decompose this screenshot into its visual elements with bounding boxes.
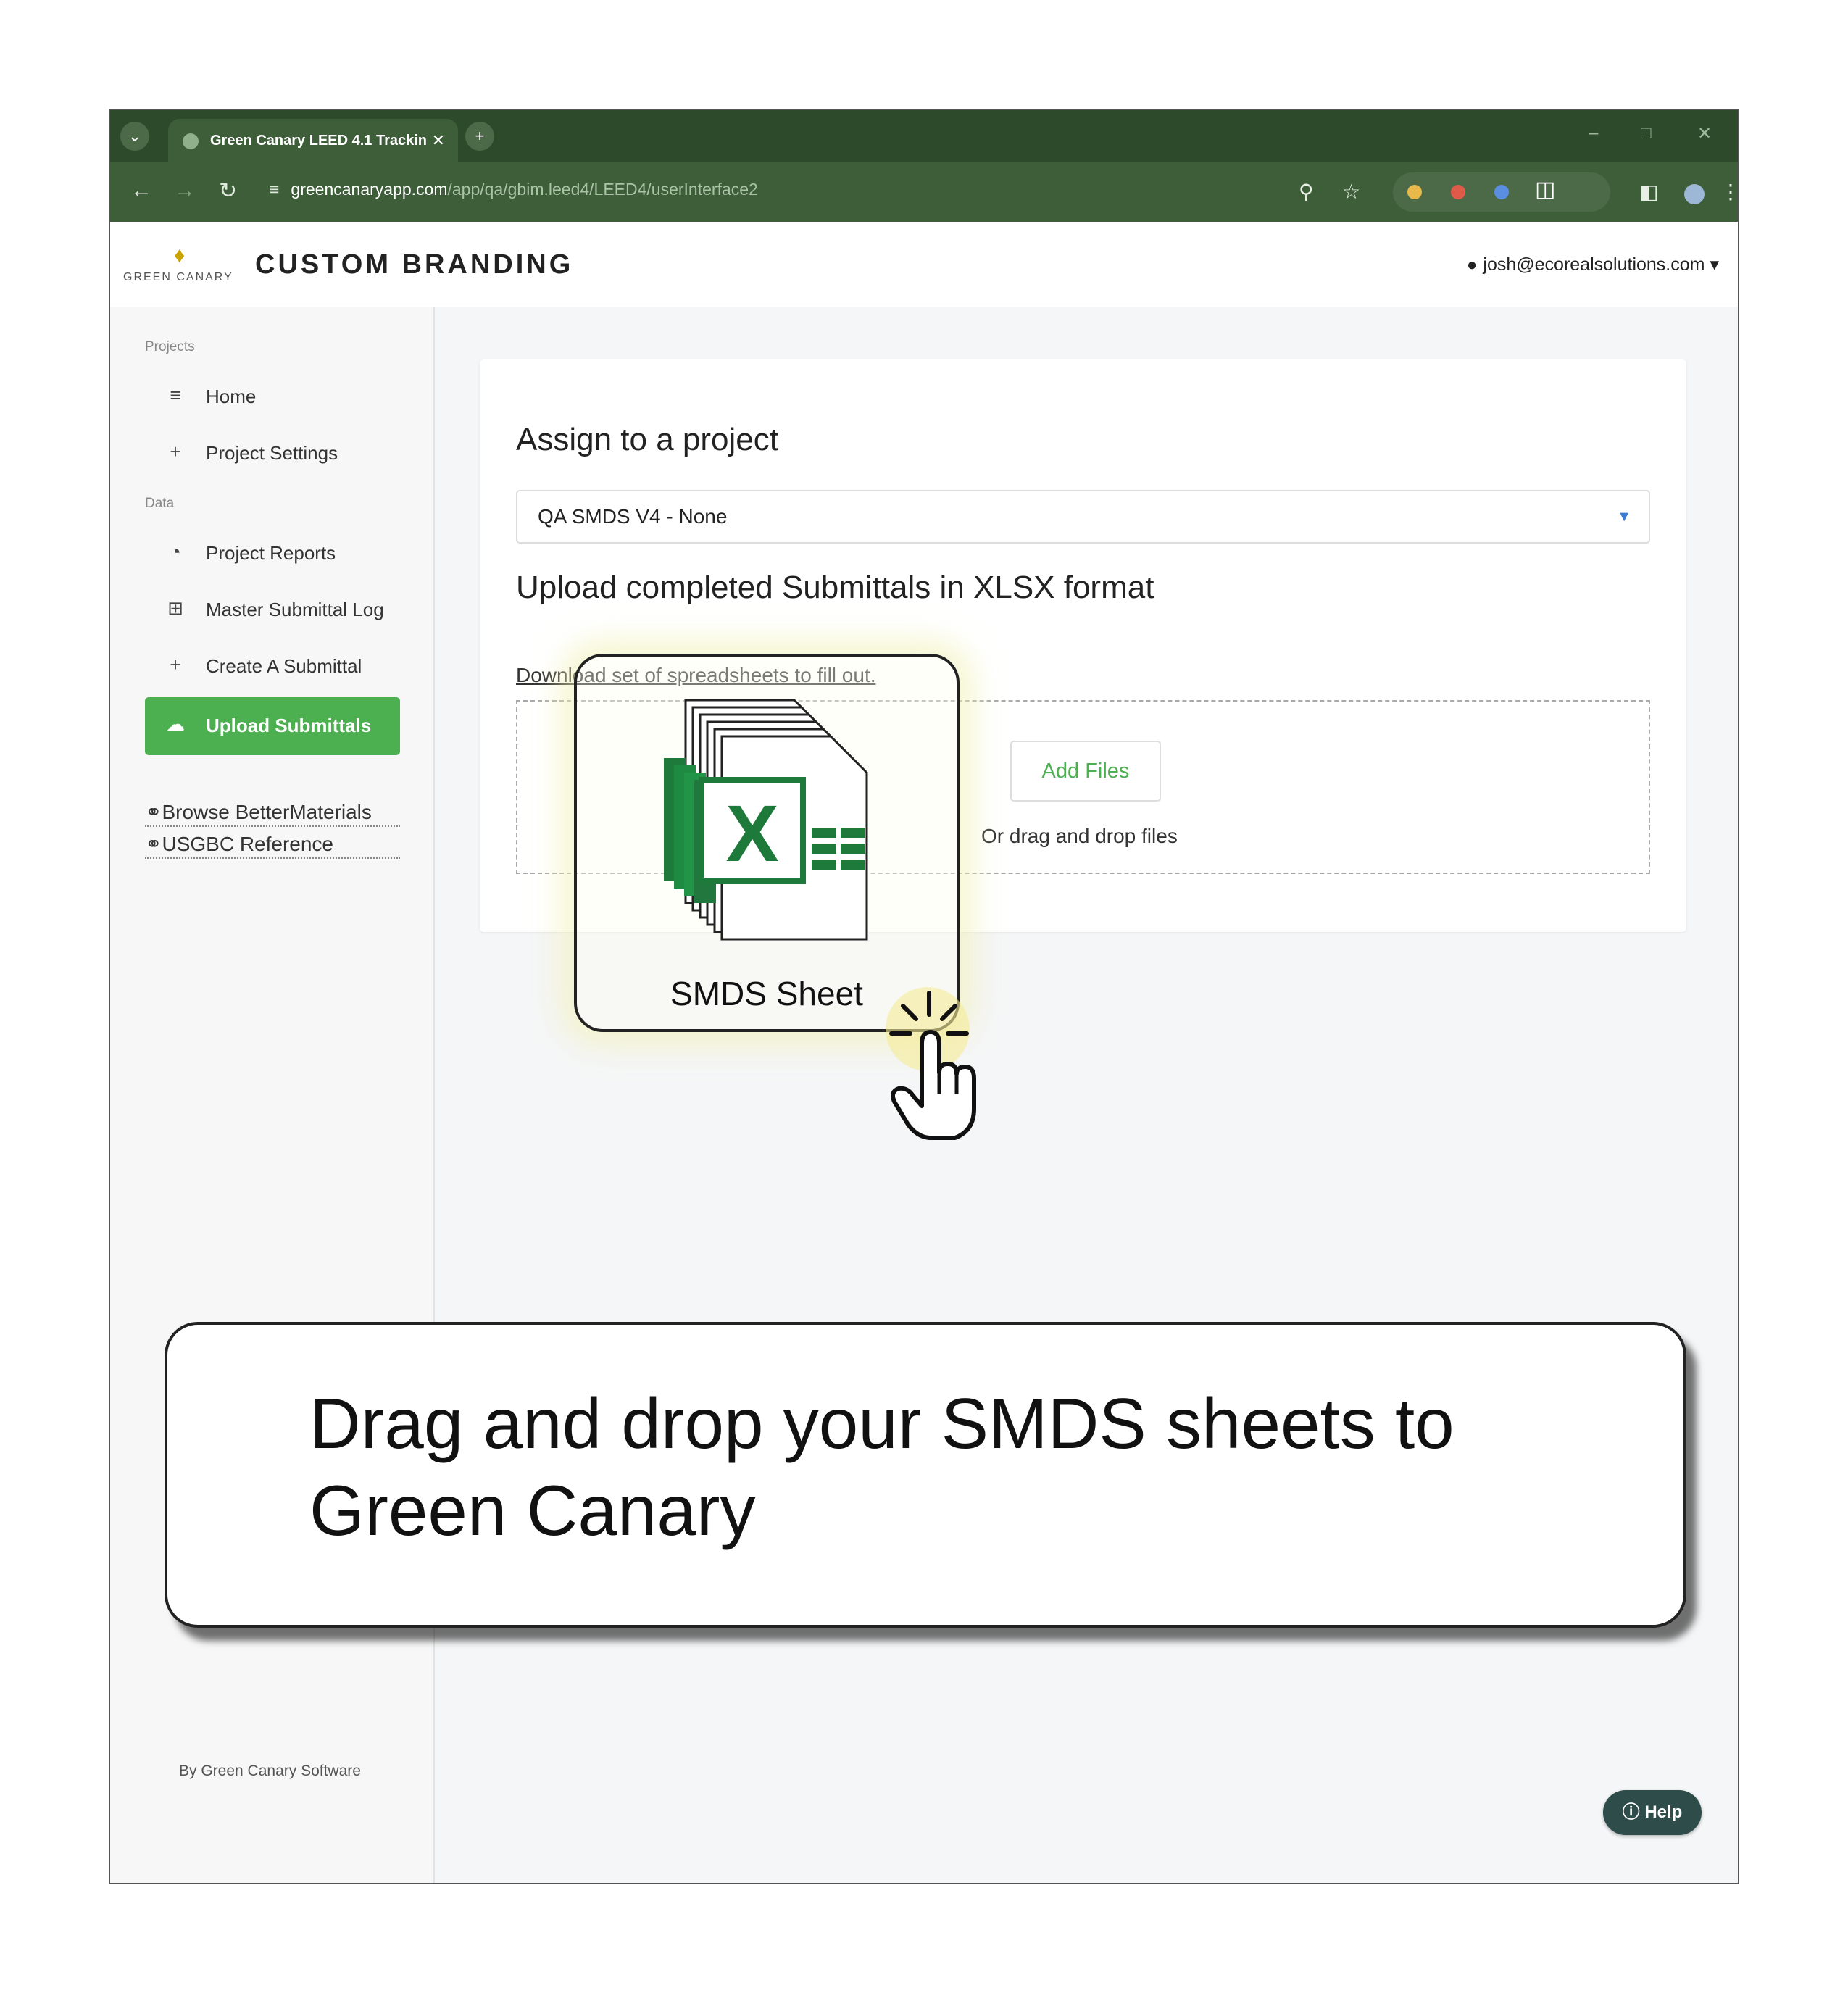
sidebar-item-project-reports[interactable]: ◔ Project Reports [145,525,400,583]
back-icon[interactable]: ← [130,178,152,203]
plus-icon: + [170,654,181,675]
side-panel-icon[interactable]: ◧ [1639,180,1658,204]
upload-heading: Upload completed Submittals in XLSX form… [516,570,1154,605]
browser-window: ⌄ Green Canary LEED 4.1 Trackin ✕ + – □ … [109,109,1739,1884]
sidebar-item-home[interactable]: ≡ Home [145,368,400,426]
extension-red-icon[interactable] [1451,185,1465,199]
project-select[interactable]: QA SMDS V4 - None ▼ [516,490,1650,544]
extensions-puzzle-icon[interactable]: ◫ [1535,177,1555,202]
brand-title: CUSTOM BRANDING [255,249,574,280]
link-browse-bettermaterials[interactable]: ⚭Browse BetterMaterials [145,800,400,827]
sidebar-item-project-settings[interactable]: + Project Settings [145,425,400,483]
link-label: Browse BetterMaterials [162,801,372,823]
assign-heading: Assign to a project [516,422,778,457]
sidebar-item-label: Create A Submittal [206,655,362,677]
tab-bar: ⌄ Green Canary LEED 4.1 Trackin ✕ + – □ … [110,110,1738,162]
sidebar-item-create-submittal[interactable]: + Create A Submittal [145,638,400,696]
extension-pen-icon[interactable] [1407,185,1422,199]
close-window-icon[interactable]: ✕ [1697,123,1712,144]
extension-blue-icon[interactable] [1494,185,1509,199]
drop-hint: Or drag and drop files [981,825,1178,847]
callout-text: Drag and drop your SMDS sheets to Green … [309,1384,1454,1550]
site-settings-icon[interactable]: ≡ [270,180,279,199]
browser-tab[interactable]: Green Canary LEED 4.1 Trackin ✕ [168,119,458,162]
green-canary-logo[interactable]: ♦ GREEN CANARY [123,244,246,294]
sidebar-item-label: Project Reports [206,542,336,564]
sidebar-item-master-submittal-log[interactable]: ⊞ Master Submittal Log [145,581,400,639]
project-select-value: QA SMDS V4 - None [538,505,728,528]
extensions-bar: ◫ [1393,172,1610,212]
table-icon: ⊞ [167,597,183,619]
new-tab-icon[interactable]: + [465,122,494,151]
link-usgbc-reference[interactable]: ⚭USGBC Reference [145,832,400,859]
question-circle-icon: ⓘ [1622,1802,1640,1822]
dragged-file[interactable]: X SMDS Sheet [574,654,960,1032]
section-projects: Projects [145,339,195,354]
logo-text: GREEN CANARY [123,271,233,283]
profile-avatar-icon[interactable] [1684,184,1705,204]
password-key-icon[interactable]: ⚲ [1299,180,1314,204]
maximize-icon[interactable]: □ [1641,123,1652,143]
link-icon: ⚭ [145,833,162,855]
excel-file-icon: X [664,699,868,941]
url-field[interactable]: ≡ greencanaryapp.com/app/qa/gbim.leed4/LE… [270,180,758,199]
browser-menu-icon[interactable]: ⋮ [1720,180,1738,204]
reload-icon[interactable]: ↻ [219,178,237,204]
plus-icon: + [170,441,181,462]
chevron-down-icon: ▼ [1617,509,1631,525]
sidebar-item-upload-submittals[interactable]: ☁ Upload Submittals [145,697,400,755]
app-header: ♦ GREEN CANARY CUSTOM BRANDING ● josh@eco… [110,222,1738,307]
hand-cursor-icon [886,987,976,1140]
help-button[interactable]: ⓘ Help [1603,1790,1702,1835]
list-icon: ≡ [170,384,181,406]
forward-icon[interactable]: → [174,178,196,203]
favicon-icon [183,133,199,149]
user-menu[interactable]: ● josh@ecorealsolutions.com ▾ [1467,254,1719,275]
byline: By Green Canary Software [179,1763,361,1779]
tab-close-icon[interactable]: ✕ [432,119,445,162]
tab-search-icon[interactable]: ⌄ [120,122,149,151]
tab-title: Green Canary LEED 4.1 Trackin [210,133,428,149]
instruction-callout: Drag and drop your SMDS sheets to Green … [165,1322,1686,1628]
minimize-icon[interactable]: – [1589,123,1598,143]
canary-bird-icon: ♦ [174,244,186,267]
user-email: josh@ecorealsolutions.com [1483,254,1705,275]
section-data: Data [145,496,175,511]
user-icon: ● [1466,255,1478,275]
help-label: Help [1644,1802,1683,1822]
link-icon: ⚭ [145,801,162,823]
svg-text:X: X [725,789,778,878]
url-host: greencanaryapp.com [291,180,448,199]
pie-chart-icon: ◔ [170,541,181,562]
bookmark-star-icon[interactable]: ☆ [1342,180,1360,204]
sidebar-item-label: Upload Submittals [206,715,372,736]
cloud-upload-icon: ☁ [166,713,185,735]
link-label: USGBC Reference [162,833,334,855]
sidebar-item-label: Home [206,386,257,407]
sidebar-item-label: Master Submittal Log [206,599,384,620]
address-bar: ← → ↻ ≡ greencanaryapp.com/app/qa/gbim.le… [110,162,1738,222]
sidebar: Projects ≡ Home + Project Settings Data … [110,307,435,1883]
add-files-button[interactable]: Add Files [1010,741,1161,802]
sidebar-item-label: Project Settings [206,442,338,464]
url-path: /app/qa/gbim.leed4/LEED4/userInterface2 [447,180,758,199]
